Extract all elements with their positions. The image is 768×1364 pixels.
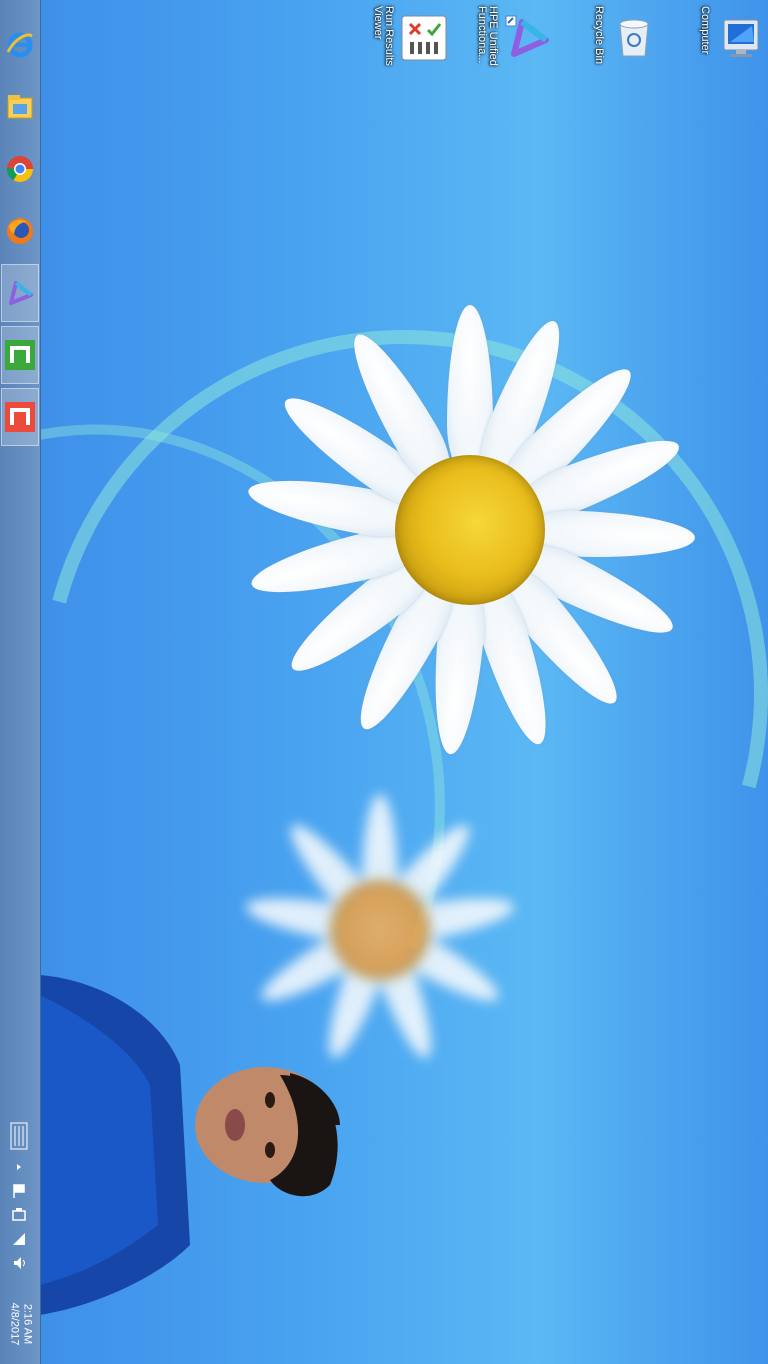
taskbar-firefox[interactable] [1,202,39,260]
network-signal-icon[interactable] [8,1230,30,1248]
red-app-icon [5,402,35,432]
chrome-icon [6,156,34,183]
taskbar-clock[interactable]: 2:16 AM 4/8/2017 [2,1286,38,1362]
clock-time: 2:16 AM [21,1303,34,1345]
internet-explorer-icon [6,32,33,58]
green-app-icon [5,340,35,370]
run-results-viewer-icon [400,14,448,62]
presenter-video-overlay [40,975,350,1320]
touch-keyboard-icon[interactable] [8,1122,30,1150]
file-explorer-icon [7,95,33,119]
flag-icon[interactable] [8,1182,30,1200]
taskbar-chrome[interactable] [1,140,39,198]
desktop-icon-label: Recycle Bin [593,6,605,65]
taskbar: 2:16 AM 4/8/2017 [0,0,41,1364]
desktop-icon-recycle-bin[interactable]: Recycle Bin [576,6,666,76]
speaker-volume-icon[interactable] [8,1254,30,1272]
taskbar-file-explorer[interactable] [1,78,39,136]
taskbar-internet-explorer[interactable] [1,16,39,74]
desktop[interactable]: Computer Recycle Bin HPE Unified Functio… [0,0,768,1364]
clock-date: 4/8/2017 [8,1302,21,1346]
recycle-bin-icon [610,14,658,62]
desktop-icon-computer[interactable]: Computer [680,6,768,76]
hpe-uft-icon [504,14,552,62]
desktop-icon-label: HPE Unified [487,6,499,66]
desktop-icon-run-results-viewer[interactable]: Run Results Viewer [366,6,456,76]
firefox-icon [7,218,33,244]
desktop-icon-label: Computer [699,6,711,55]
taskbar-green-app[interactable] [1,326,39,384]
desktop-icon-hpe-uft[interactable]: HPE Unified Functiona... [470,6,560,76]
hpe-uft-icon [9,281,33,305]
desktop-icon-label: Functiona... [476,6,488,64]
desktop-icon-label: Viewer [372,6,384,40]
computer-icon [716,14,764,62]
show-hidden-icons-chevron-icon[interactable] [8,1158,30,1176]
power-battery-icon[interactable] [8,1206,30,1224]
taskbar-hpe-uft[interactable] [1,264,39,322]
desktop-icon-label: Run Results [383,6,395,66]
taskbar-red-app[interactable] [1,388,39,446]
